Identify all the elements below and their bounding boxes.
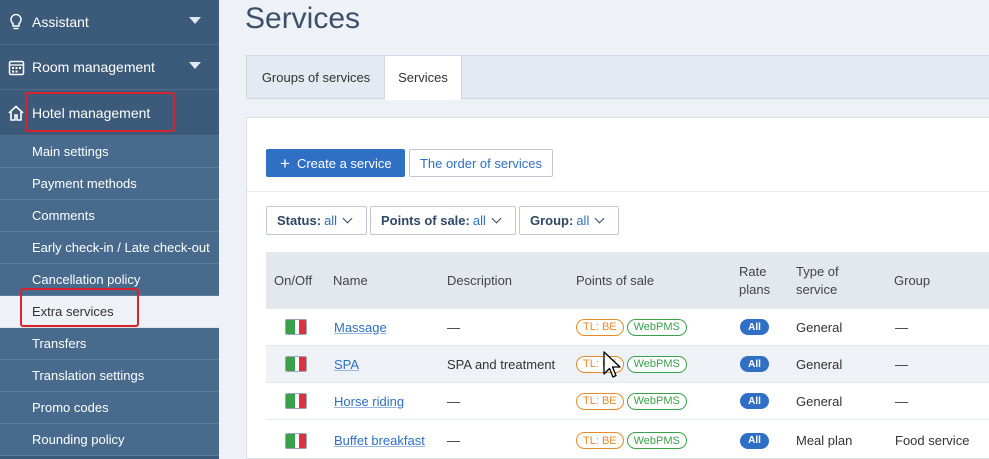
chevron-down-icon [594,213,605,224]
group-cell: — [895,356,908,372]
tab-groups-of-services[interactable]: Groups of services [247,55,385,99]
rate-plans-badge: All [740,319,769,335]
divider [247,191,989,192]
lightbulb-icon [6,12,26,32]
service-name-link[interactable]: SPA [334,357,359,372]
description-cell: SPA and treatment [447,356,556,372]
header-type-line2: service [796,281,838,297]
type-cell: Meal plan [796,433,853,448]
filter-label: Group: [530,213,574,228]
table-row: Massage — TL: BE WebPMS All General — [266,309,989,346]
sidebar-item-label: Room management [32,59,155,75]
chevron-down-icon[interactable] [189,17,201,24]
type-cell: General [796,393,843,409]
plus-icon: + [280,153,290,173]
description-cell: — [447,433,460,448]
sidebar-item-early-late[interactable]: Early check-in / Late check-out [0,232,219,264]
tab-services[interactable]: Services [384,55,462,100]
type-cell: General [796,319,843,335]
table-header: On/Off Name Description Points of sale R… [266,252,989,309]
header-description[interactable]: Description [447,252,512,309]
sidebar-item-promo-codes[interactable]: Promo codes [0,392,219,424]
table-row: Buffet breakfast — TL: BE WebPMS All Mea… [266,421,989,459]
services-panel: + Create a service The order of services… [246,117,989,459]
points-of-sale-filter[interactable]: Points of sale: all [370,206,516,235]
type-cell: General [796,356,843,372]
sidebar: Assistant Room management Hotel manageme… [0,0,219,459]
rate-plans-badge: All [740,356,769,372]
sidebar-item-label: Assistant [32,14,89,30]
group-cell: — [895,319,908,335]
on-off-toggle[interactable] [285,356,307,372]
filter-value: all [576,213,590,228]
sidebar-item-payment-methods[interactable]: Payment methods [0,168,219,200]
table-row: SPA SPA and treatment TL: BE WebPMS All … [266,346,989,383]
status-filter[interactable]: Status: all [266,206,367,235]
header-points-of-sale[interactable]: Points of sale [576,252,654,309]
pos-tag-webpms: WebPMS [626,355,687,373]
calendar-icon [6,57,26,77]
table-row: Horse riding — TL: BE WebPMS All General… [266,383,989,420]
pos-tag-tl-be: TL: BE [576,432,624,449]
service-name-link[interactable]: Buffet breakfast [334,433,425,448]
sidebar-item-translation[interactable]: Translation settings [0,360,219,392]
pos-tag-webpms: WebPMS [626,392,687,410]
group-cell: — [895,393,908,409]
header-rate-plans[interactable]: Rate plans [739,252,770,309]
filter-label: Points of sale: [381,213,470,228]
pos-tag-tl-be: TL: BE [576,318,624,336]
filter-label: Status: [277,213,322,228]
highlight-hotel-management [25,92,175,132]
sidebar-item-comments[interactable]: Comments [0,200,219,232]
group-filter[interactable]: Group: all [519,206,619,235]
sidebar-item-transfers[interactable]: Transfers [0,328,219,360]
header-onoff[interactable]: On/Off [274,252,312,309]
sidebar-item-main-settings[interactable]: Main settings [0,136,219,168]
filter-value: all [472,213,486,228]
chevron-down-icon [491,213,502,224]
description-cell: — [447,393,460,409]
highlight-extra-services [20,288,139,327]
order-of-services-button[interactable]: The order of services [409,149,553,177]
sidebar-item-room-management[interactable]: Room management [0,45,219,90]
pos-tag-webpms: WebPMS [626,318,687,336]
tab-bar: Groups of services Services [246,55,989,100]
rate-plans-badge: All [740,432,769,449]
header-type-line1: Type of [796,263,839,279]
group-cell: Food service [895,433,970,448]
create-service-label: Create a service [296,155,392,171]
header-rate-plans-line1: Rate [739,263,767,279]
sidebar-item-rounding[interactable]: Rounding policy [0,424,219,456]
on-off-toggle[interactable] [285,319,307,335]
on-off-toggle[interactable] [285,432,307,449]
header-group[interactable]: Group [894,252,930,309]
service-name-link[interactable]: Horse riding [334,394,404,409]
mouse-cursor-icon [603,351,621,378]
filter-value: all [324,213,338,228]
rate-plans-badge: All [740,393,769,409]
pos-tag-webpms: WebPMS [626,432,687,449]
page-title: Services [245,2,361,35]
chevron-down-icon[interactable] [189,62,201,69]
chevron-down-icon [342,213,353,224]
description-cell: — [447,319,460,335]
on-off-toggle[interactable] [285,393,307,409]
create-service-button[interactable]: + Create a service [266,149,405,177]
pos-tag-tl-be: TL: BE [576,392,624,410]
home-icon [6,103,26,123]
service-name-link[interactable]: Massage [334,320,387,335]
header-rate-plans-line2: plans [739,281,771,297]
main-content: Services Groups of services Services + C… [219,0,989,459]
sidebar-item-assistant[interactable]: Assistant [0,0,219,45]
header-name[interactable]: Name [333,252,368,309]
header-type-of-service[interactable]: Type of service [796,252,839,309]
